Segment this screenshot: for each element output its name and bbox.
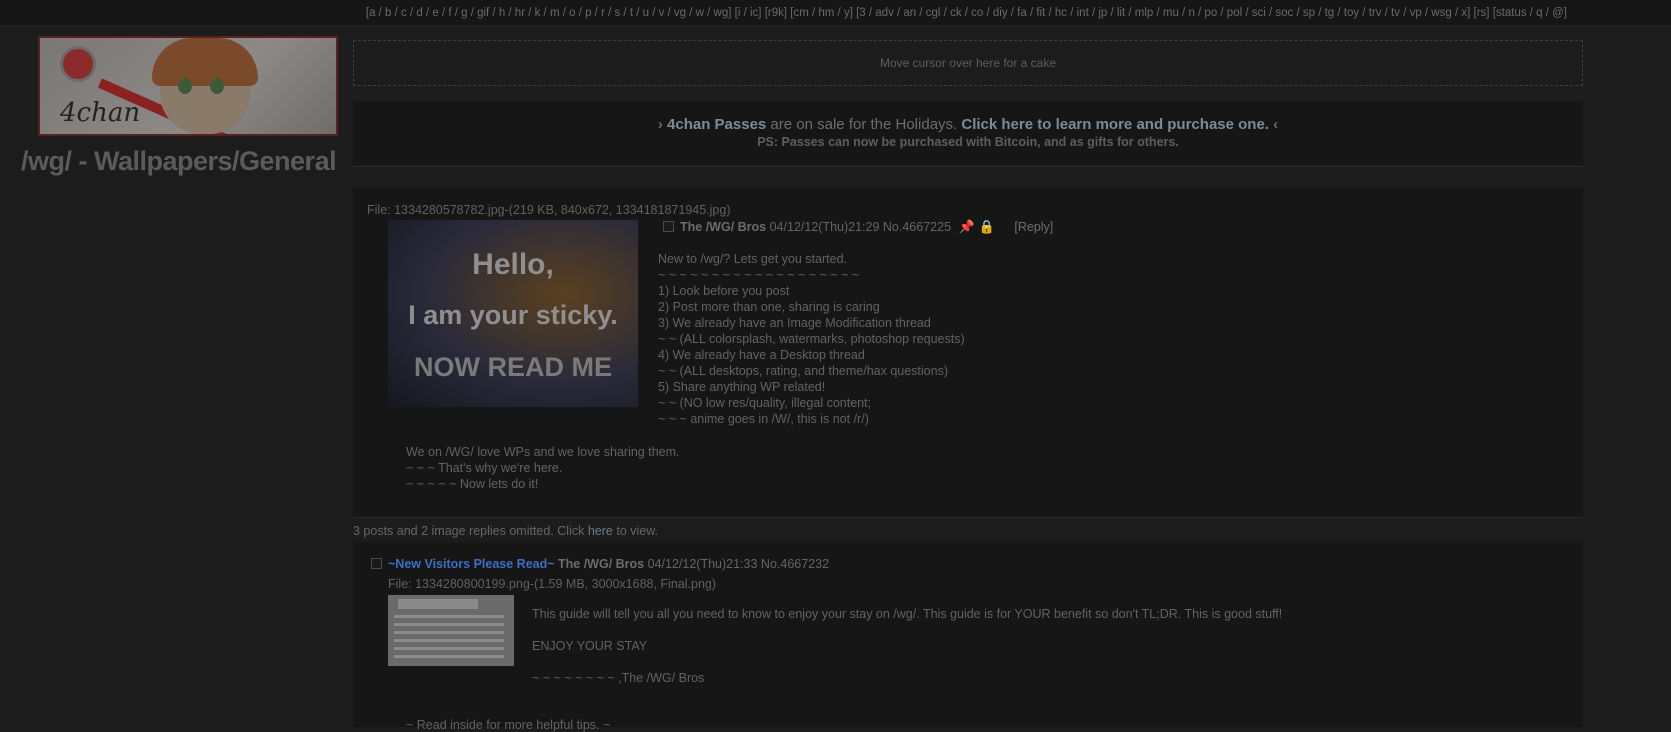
op-thumbnail[interactable]: Hello, I am your sticky. NOW READ ME [388,220,638,407]
nav-group-2[interactable]: [i / ic] [735,7,762,19]
sticky-pin-icon: 📌 [958,219,975,234]
comment-line: ~ ~ ~ ~ ~ ~ ~ ~ ~ ~ ~ ~ ~ ~ ~ ~ ~ ~ ~ [658,268,860,282]
comment-line: New to /wg/? Lets get you started. [658,252,847,266]
reply-comment-footer: ~ Read inside for more helpful tips. ~ [406,718,611,732]
comment-line: ~ ~ ~ anime goes in /W/, this is not /r/… [658,412,869,426]
comment-line: ~ ~ (NO low res/quality, illegal content… [658,396,872,410]
omitted-suffix: to view. [612,524,659,538]
board-banner-image[interactable]: 4chan [38,36,338,136]
comment-line: ~ ~ ~ ~ ~ Now lets do it! [406,477,539,491]
comment-line: 4) We already have a Desktop thread [658,348,865,362]
post-number[interactable]: No.4667232 [761,557,829,571]
comment-line: ~ ~ (ALL colorsplash, watermarks, photos… [658,332,965,346]
comment-line: ~ ~ (ALL desktops, rating, and theme/hax… [658,364,948,378]
divider [353,517,1583,518]
passes-announcement: › 4chan Passes are on sale for the Holid… [353,101,1583,165]
op-comment: New to /wg/? Lets get you started. ~ ~ ~… [658,251,965,427]
banner-character-eye [178,78,192,94]
reply-thumbnail[interactable] [388,595,514,666]
reply-comment: This guide will tell you all you need to… [532,606,1282,702]
nav-group-3[interactable]: [r9k] [765,7,787,19]
comment-line: 1) Look before you post [658,284,790,298]
reply-post-header: ~New Visitors Please Read~ The /WG/ Bros… [371,557,829,571]
comment-line: 2) Post more than one, sharing is caring [658,300,880,314]
omitted-notice: 3 posts and 2 image replies omitted. Cli… [353,524,658,538]
arrow-right-glyph: ‹ [1273,116,1279,133]
thumb-line [394,639,504,642]
thumb-text-line: I am your sticky. [408,300,618,330]
thumb-line [394,631,504,634]
thread-op: File: 1334280578782.jpg-(219 KB, 840x672… [353,188,1583,518]
post-number[interactable]: No.4667225 [883,220,951,234]
passes-link[interactable]: 4chan Passes [667,116,766,133]
thumb-line [394,655,504,658]
reply-post: ~New Visitors Please Read~ The /WG/ Bros… [353,543,1583,732]
thumb-line [394,647,504,650]
nav-group-6[interactable]: [rs] [1474,7,1490,19]
view-thread-link[interactable]: here [588,524,613,538]
thumb-line [394,615,504,618]
omitted-text: 3 posts and 2 image replies omitted. Cli… [353,524,588,538]
reply-link[interactable]: [Reply] [1014,220,1053,234]
comment-line: ~ ~ ~ That's why we're here. [406,461,563,475]
nav-group-7[interactable]: [status / q / @] [1493,7,1567,19]
post-datetime: 04/12/12(Thu)21:33 [647,557,758,571]
reply-file-info[interactable]: File: 1334280800199.png-(1.59 MB, 3000x1… [388,577,716,591]
closed-lock-icon: 🔒 [978,219,995,234]
comment-line: 3) We already have an Image Modification… [658,316,931,330]
divider [353,166,1583,167]
arrow-left-glyph: › [657,116,663,133]
board-title: /wg/ - Wallpapers/General [21,146,337,176]
nav-group-5[interactable]: [3 / adv / an / cgl / ck / co / diy / fa… [856,7,1470,19]
comment-line: This guide will tell you all you need to… [532,607,1283,621]
comment-line: 5) Share anything WP related! [658,380,826,394]
board-navigation: [a / b / c / d / e / f / g / gif / h / h… [0,0,1671,26]
passes-line-2: PS: Passes can now be purchased with Bit… [757,135,1179,149]
post-checkbox[interactable] [663,221,674,232]
purchase-link[interactable]: Click here to learn more and purchase on… [961,116,1269,133]
poster-name: The /WG/ Bros [558,557,645,571]
poster-name: The /WG/ Bros [680,220,767,234]
thumb-text-line: Hello, [472,248,554,281]
post-datetime: 04/12/12(Thu)21:29 [769,220,880,234]
banner-character-eye [210,78,224,94]
banner-character-hair [152,38,258,86]
post-checkbox[interactable] [371,558,382,569]
nav-group-1[interactable]: [a / b / c / d / e / f / g / gif / h / h… [366,7,732,19]
cake-hover-area[interactable]: Move cursor over here for a cake [353,40,1583,86]
comment-line: ENJOY YOUR STAY [532,639,648,653]
op-file-info[interactable]: File: 1334280578782.jpg-(219 KB, 840x672… [367,203,731,217]
passes-text: are on sale for the Holidays. [766,116,962,133]
thumb-line [394,623,504,626]
thumb-text-line: NOW READ ME [414,352,612,382]
thumb-heading [398,599,478,609]
banner-staff-head [60,46,96,82]
comment-line: We on /WG/ love WPs and we love sharing … [406,445,680,459]
nav-group-4[interactable]: [cm / hm / y] [790,7,853,19]
passes-line-1: › 4chan Passes are on sale for the Holid… [353,116,1583,133]
post-subject: ~New Visitors Please Read~ [388,557,555,571]
op-comment-continued: We on /WG/ love WPs and we love sharing … [406,444,680,492]
banner-logo-text: 4chan [60,98,141,128]
comment-line: ~ ~ ~ ~ ~ ~ ~ ~ ,The /WG/ Bros [532,671,705,685]
op-post-header: The /WG/ Bros 04/12/12(Thu)21:29 No.4667… [663,219,1053,235]
